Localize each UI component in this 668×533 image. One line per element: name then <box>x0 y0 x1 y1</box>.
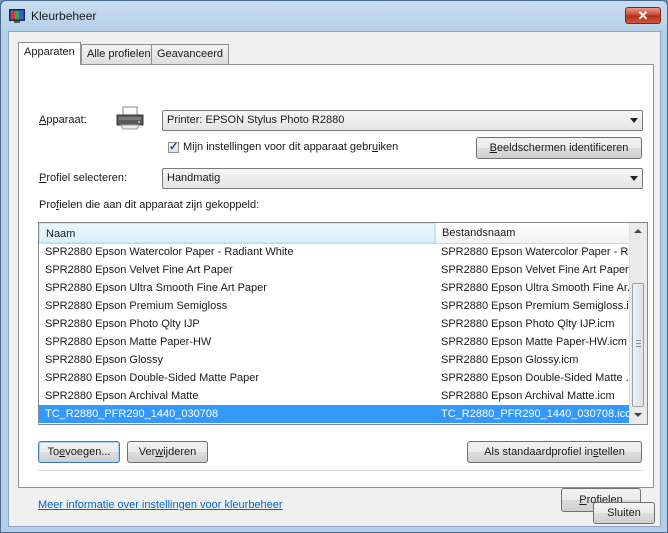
cell-profile-name: SPR2880 Epson Watercolor Paper - Radiant… <box>45 246 294 258</box>
device-label: Apparaat: <box>39 114 87 126</box>
color-management-icon <box>9 9 25 23</box>
cell-file-name: SPR2880 Epson Premium Semigloss.i... <box>441 300 629 312</box>
cell-file-name: SPR2880 Epson Matte Paper-HW.icm <box>441 336 627 348</box>
table-row[interactable]: SPR2880 Epson Watercolor Paper - Radiant… <box>39 243 631 261</box>
column-header-name[interactable]: Naam <box>39 223 435 243</box>
table-row[interactable]: SPR2880 Epson Ultra Smooth Fine Art Pape… <box>39 279 631 297</box>
cell-file-name: SPR2880 Epson Archival Matte.icm <box>441 390 615 402</box>
table-row[interactable]: TC_R2880_PFR290_1440_030708 TC_R2880_PFR2… <box>39 405 631 423</box>
more-info-link[interactable]: Meer informatie over instellingen voor k… <box>38 499 283 511</box>
use-settings-checkbox[interactable]: ✓ <box>168 141 179 153</box>
cell-profile-name: SPR2880 Epson Photo Qlty IJP <box>45 318 200 330</box>
profile-mode-select[interactable]: Handmatig <box>162 168 643 189</box>
table-row[interactable]: SPR2880 Epson Matte Paper-HW SPR2880 Epso… <box>39 333 631 351</box>
table-row[interactable]: SPR2880 Epson Glossy SPR2880 Epson Glossy… <box>39 351 631 369</box>
grip-line <box>636 343 641 344</box>
scroll-down-icon[interactable] <box>634 413 642 417</box>
cell-file-name: SPR2880 Epson Ultra Smooth Fine Ar... <box>441 282 629 294</box>
chevron-down-icon <box>630 118 638 123</box>
cell-file-name: SPR2880 Epson Double-Sided Matte ... <box>441 372 629 384</box>
profile-select-label: Profiel selecteren: <box>39 172 128 184</box>
cell-file-name: SPR2880 Epson Velvet Fine Art Paper.... <box>441 264 629 276</box>
grip-line <box>636 346 641 347</box>
tab-geavanceerd[interactable]: Geavanceerd <box>151 44 230 64</box>
linked-profiles-label: Profielen die aan dit apparaat zijn geko… <box>39 199 260 211</box>
cell-profile-name: SPR2880 Epson Glossy <box>45 354 164 366</box>
table-row[interactable]: SPR2880 Epson Archival Matte SPR2880 Epso… <box>39 387 631 405</box>
remove-button[interactable]: Verwijderen <box>127 441 208 463</box>
table-row[interactable]: SPR2880 Epson Photo Qlty IJP SPR2880 Epso… <box>39 315 631 333</box>
dialog-body: Apparaten Alle profielen Geavanceerd App… <box>8 31 661 527</box>
use-settings-label[interactable]: Mijn instellingen voor dit apparaat gebr… <box>183 141 398 153</box>
tab-alle-profielen[interactable]: Alle profielen <box>81 44 157 64</box>
separator <box>38 470 644 471</box>
grip-line <box>636 340 641 341</box>
table-row[interactable]: SPR2880 Epson Velvet Fine Art Paper SPR28… <box>39 261 631 279</box>
set-default-profile-button[interactable]: Als standaardprofiel instellen <box>467 441 642 463</box>
cell-profile-name: SPR2880 Epson Premium Semigloss <box>45 300 228 312</box>
cell-profile-name: SPR2880 Epson Velvet Fine Art Paper <box>45 264 233 276</box>
add-button[interactable]: Toevoegen... <box>38 441 120 463</box>
cell-profile-name: SPR2880 Epson Matte Paper-HW <box>45 336 212 348</box>
identify-displays-button[interactable]: Beeldschermen identificeren <box>476 137 642 159</box>
scroll-up-icon[interactable] <box>634 229 642 233</box>
window-title: Kleurbeheer <box>31 9 97 23</box>
tab-apparaten[interactable]: Apparaten <box>18 42 81 65</box>
cell-profile-name: SPR2880 Epson Ultra Smooth Fine Art Pape… <box>45 282 267 294</box>
tab-panel-apparaten: Apparaat: Printer: EPSON Stylus Photo R2… <box>18 64 654 512</box>
color-management-window: Kleurbeheer ✕ Apparaten Alle profielen G… <box>0 0 668 533</box>
cell-file-name: SPR2880 Epson Photo Qlty IJP.icm <box>441 318 615 330</box>
table-row[interactable]: SPR2880 Epson Double-Sided Matte Paper SP… <box>39 369 631 387</box>
close-icon[interactable]: ✕ <box>625 7 661 24</box>
device-select[interactable]: Printer: EPSON Stylus Photo R2880 <box>162 110 643 131</box>
table-header: Naam Bestandsnaam <box>39 223 631 244</box>
cell-profile-name: SPR2880 Epson Archival Matte <box>45 390 199 402</box>
title-bar[interactable]: Kleurbeheer ✕ <box>1 1 667 31</box>
printer-icon <box>116 106 144 130</box>
device-select-value: Printer: EPSON Stylus Photo R2880 <box>167 114 345 126</box>
table-row[interactable]: SPR2880 Epson Premium Semigloss SPR2880 E… <box>39 297 631 315</box>
profiles-table[interactable]: Naam Bestandsnaam SPR2880 Epson Watercol… <box>38 222 648 425</box>
table-body: SPR2880 Epson Watercolor Paper - Radiant… <box>39 243 631 423</box>
column-header-filename[interactable]: Bestandsnaam <box>435 223 631 243</box>
cell-profile-name: SPR2880 Epson Double-Sided Matte Paper <box>45 372 260 384</box>
cell-file-name: SPR2880 Epson Glossy.icm <box>441 354 579 366</box>
chevron-down-icon <box>630 176 638 181</box>
cell-file-name: TC_R2880_PFR290_1440_030708.icc <box>441 408 629 420</box>
scrollbar-thumb[interactable] <box>632 283 644 407</box>
close-button[interactable]: Sluiten <box>593 502 655 524</box>
cell-file-name: SPR2880 Epson Watercolor Paper - R... <box>441 246 629 258</box>
profile-mode-value: Handmatig <box>167 172 221 184</box>
checkmark-icon: ✓ <box>169 141 179 153</box>
cell-profile-name: TC_R2880_PFR290_1440_030708 <box>45 408 219 420</box>
vertical-scrollbar[interactable] <box>629 223 647 424</box>
